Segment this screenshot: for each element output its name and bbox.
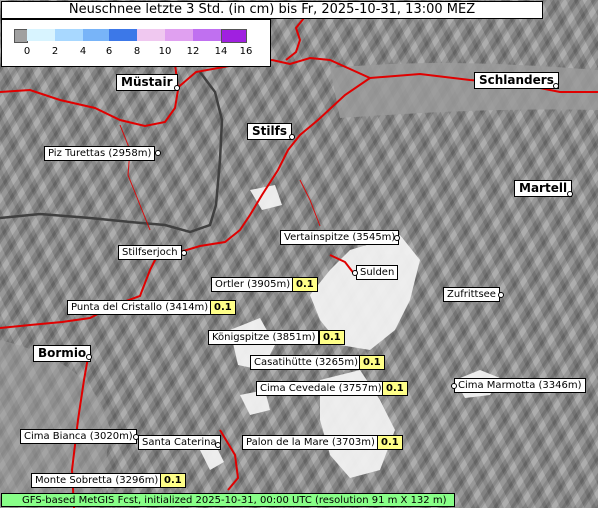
legend-swatch (14, 29, 28, 43)
legend-tick: 6 (105, 46, 113, 57)
legend-swatch (55, 29, 83, 41)
peak-label-cima-cevedale[interactable]: Cima Cevedale (3757m) (256, 381, 386, 396)
legend-tick: 8 (133, 46, 141, 57)
town-label-bormio[interactable]: Bormio (33, 345, 92, 362)
peak-marker (155, 150, 161, 156)
pass-label-stilfserjoch[interactable]: Stilfserjoch (118, 245, 182, 260)
place-label-zufrittsee[interactable]: Zufrittsee (443, 287, 500, 302)
snow-value-konigspitze: 0.1 (319, 330, 345, 345)
peak-marker (352, 270, 358, 276)
peak-marker (215, 442, 221, 448)
peak-marker (181, 250, 187, 256)
peak-marker (394, 235, 400, 241)
legend-swatch (109, 29, 137, 41)
legend-swatch (83, 29, 109, 41)
legend-tick: 10 (158, 46, 172, 57)
legend-swatch (27, 29, 55, 41)
legend-tick: 14 (214, 46, 228, 57)
legend-swatch (165, 29, 193, 41)
snow-value-palon-mare: 0.1 (377, 435, 403, 450)
peak-label-palon-mare[interactable]: Palon de la Mare (3703m) (242, 435, 379, 450)
peak-label-cima-marmotta[interactable]: Cima Marmotta (3346m) (454, 378, 586, 393)
legend-swatch (193, 29, 221, 41)
town-marker (289, 134, 295, 140)
snowfall-map: Neuschnee letzte 3 Std. (in cm) bis Fr, … (0, 0, 598, 508)
peak-marker (451, 383, 457, 389)
snow-value-cima-cevedale: 0.1 (382, 381, 408, 396)
peak-label-vertainspitze[interactable]: Vertainspitze (3545m) (280, 230, 400, 245)
town-marker (553, 83, 559, 89)
town-label-schlanders[interactable]: Schlanders (474, 72, 559, 89)
peak-label-piz-turettas[interactable]: Piz Turettas (2958m) (44, 146, 156, 161)
snow-value-monte-sobretta: 0.1 (160, 473, 186, 488)
peak-label-konigspitze[interactable]: Königspitze (3851m) (208, 330, 320, 345)
town-marker (174, 85, 180, 91)
map-title: Neuschnee letzte 3 Std. (in cm) bis Fr, … (1, 1, 543, 19)
hut-label-casatihutte[interactable]: Casatihütte (3265m) (250, 355, 362, 370)
legend-tick: 0 (23, 46, 31, 57)
place-label-sulden[interactable]: Sulden (356, 265, 399, 280)
legend-tick: 16 (239, 46, 253, 57)
town-marker (86, 354, 92, 360)
town-marker (567, 191, 573, 197)
town-label-martell[interactable]: Martell (514, 180, 573, 197)
model-info-footer: GFS-based MetGIS Fcst, initialized 2025-… (1, 493, 455, 507)
legend-tick: 12 (186, 46, 200, 57)
legend-swatch (221, 29, 247, 43)
town-label-mustair[interactable]: Müstair (116, 74, 178, 91)
legend-tick: 2 (51, 46, 59, 57)
snowfall-legend: 0 2 4 6 8 10 12 14 16 (1, 19, 271, 67)
peak-label-ortler[interactable]: Ortler (3905m) (211, 277, 295, 292)
snow-value-punta-cristallo: 0.1 (210, 300, 236, 315)
peak-label-cima-bianca[interactable]: Cima Bianca (3020m) (20, 429, 137, 444)
peak-marker (498, 292, 504, 298)
legend-swatch (137, 29, 165, 41)
legend-tick: 4 (79, 46, 87, 57)
peak-label-punta-cristallo[interactable]: Punta del Cristallo (3414m) (67, 300, 213, 315)
snow-value-ortler: 0.1 (292, 277, 318, 292)
place-label-santa-caterina[interactable]: Santa Caterina (138, 435, 221, 450)
peak-label-monte-sobretta[interactable]: Monte Sobretta (3296m) (31, 473, 163, 488)
town-label-stilfs[interactable]: Stilfs (247, 123, 292, 140)
snow-value-casatihutte: 0.1 (359, 355, 385, 370)
